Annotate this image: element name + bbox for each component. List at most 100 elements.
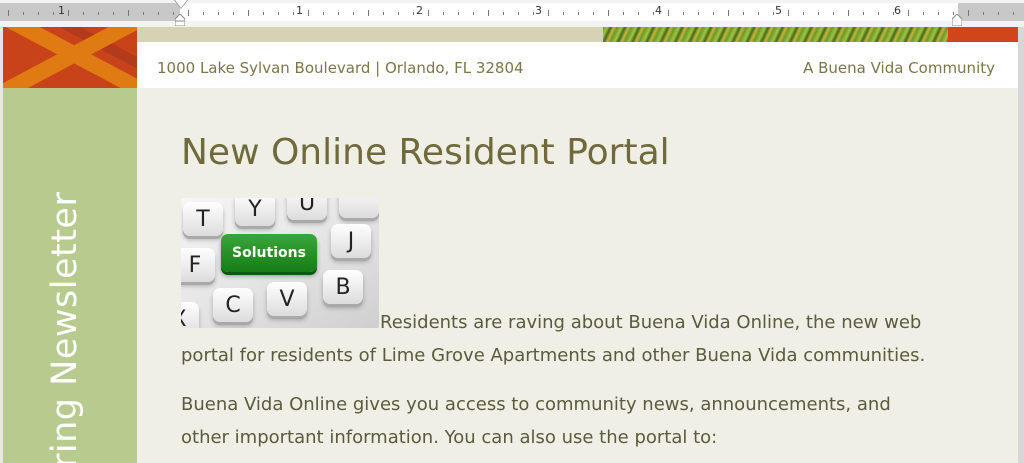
right-indent-marker[interactable] [952, 14, 962, 26]
ruler-tick [578, 12, 579, 15]
ruler-tick [863, 12, 864, 15]
newsletter-sidebar: ring Newsletter [3, 88, 137, 463]
header-community: A Buena Vida Community [803, 59, 995, 77]
ruler-tick [353, 12, 354, 15]
first-line-indent-marker[interactable] [175, 0, 187, 8]
ruler-tick [773, 12, 774, 15]
ruler-tick [983, 12, 984, 15]
ruler-tick [68, 10, 69, 16]
key-image: C [213, 288, 253, 322]
ruler-tick [398, 12, 399, 15]
ruler-tick [713, 12, 714, 15]
ruler-tick [23, 12, 24, 15]
ruler-tick [8, 10, 9, 16]
paragraph-2-line-1: Buena Vida Online gives you access to co… [181, 394, 891, 415]
ruler-tick [743, 12, 744, 15]
ruler-tick [338, 12, 339, 15]
ruler-tick [518, 12, 519, 15]
ruler-tick [473, 12, 474, 15]
ruler-number: 3 [535, 4, 542, 17]
page-header: 1000 Lake Sylvan Boulevard | Orlando, FL… [137, 42, 1018, 88]
ruler-number: 6 [894, 4, 901, 17]
ruler-tick [143, 12, 144, 15]
ruler-tick [923, 12, 924, 15]
ruler-tick [1013, 12, 1014, 15]
ruler-number: 1 [296, 4, 303, 17]
ruler-tick [383, 12, 384, 15]
ruler-tick [308, 10, 309, 16]
ruler-tick [533, 12, 534, 15]
ruler-left-margin [0, 3, 180, 21]
solutions-key-image: Solutions [221, 234, 317, 272]
ruler-tick [788, 10, 789, 16]
ruler-number: 4 [655, 4, 662, 17]
ruler-tick [878, 12, 879, 15]
ruler-tick [83, 12, 84, 15]
keyboard-solutions-image[interactable]: T Y U F Solutions J X C V B [181, 198, 379, 328]
hanging-indent-marker[interactable] [175, 14, 185, 26]
ruler-tick [488, 10, 489, 16]
ruler-tick [998, 12, 999, 15]
ruler-tick [638, 12, 639, 15]
header-address: 1000 Lake Sylvan Boulevard | Orlando, FL… [157, 59, 524, 77]
sidebar-vertical-title: ring Newsletter [45, 191, 85, 463]
key-image: J [331, 224, 371, 258]
ruler-tick [263, 12, 264, 15]
horizontal-ruler[interactable]: 1 1 2 3 4 5 6 [0, 0, 1024, 28]
article-title: New Online Resident Portal [181, 132, 670, 173]
ruler-tick [218, 12, 219, 15]
ruler-tick [53, 12, 54, 15]
ruler-tick [848, 10, 849, 16]
ruler-tick [293, 12, 294, 15]
ruler-tick [443, 12, 444, 15]
article-body[interactable]: New Online Resident Portal T Y U F Solut… [137, 88, 1018, 463]
key-image: T [183, 202, 223, 236]
ruler-tick [653, 12, 654, 15]
corner-decoration [3, 27, 137, 88]
ruler-tick [233, 12, 234, 15]
ruler-tick [548, 10, 549, 16]
ruler-tick [668, 10, 669, 16]
ruler-number: 5 [775, 4, 782, 17]
ruler-tick [908, 10, 909, 16]
key-image: Y [235, 198, 275, 226]
ruler-tick [803, 12, 804, 15]
ruler-tick [278, 12, 279, 15]
paragraph-2-line-2: other important information. You can als… [181, 427, 718, 448]
ruler-tick [368, 10, 369, 16]
ruler-tick [428, 10, 429, 16]
ruler-tick [323, 12, 324, 15]
key-image: B [323, 270, 363, 304]
ruler-tick [458, 12, 459, 15]
red-decor-strip [948, 27, 1018, 42]
ruler-tick [698, 12, 699, 15]
ruler-tick [248, 10, 249, 16]
ruler-tick [818, 12, 819, 15]
ruler-tick [968, 10, 969, 16]
ruler-tick [128, 10, 129, 16]
ruler-tick [938, 12, 939, 15]
ruler-tick [593, 12, 594, 15]
ruler-tick [158, 12, 159, 15]
document-page[interactable]: 1000 Lake Sylvan Boulevard | Orlando, FL… [3, 27, 1018, 463]
key-image: X [181, 302, 199, 328]
key-image: F [181, 248, 215, 282]
key-image: V [267, 282, 307, 316]
ruler-tick [758, 12, 759, 15]
ruler-tick [563, 12, 564, 15]
ruler-tick [113, 12, 114, 15]
page-edge-shadow [1018, 27, 1024, 463]
ruler-tick [188, 10, 189, 16]
ruler-tick [413, 12, 414, 15]
paragraph-1-line-2: portal for residents of Lime Grove Apart… [181, 345, 926, 366]
ruler-tick [38, 12, 39, 15]
ruler-tick [683, 12, 684, 15]
leaf-photo-strip [603, 27, 948, 42]
ruler-number: 1 [58, 4, 65, 17]
ruler-tick [203, 12, 204, 15]
ruler-tick [833, 12, 834, 15]
ruler-tick [608, 10, 609, 16]
ruler-tick [173, 12, 174, 15]
key-image: U [287, 198, 327, 220]
ruler-tick [98, 12, 99, 15]
